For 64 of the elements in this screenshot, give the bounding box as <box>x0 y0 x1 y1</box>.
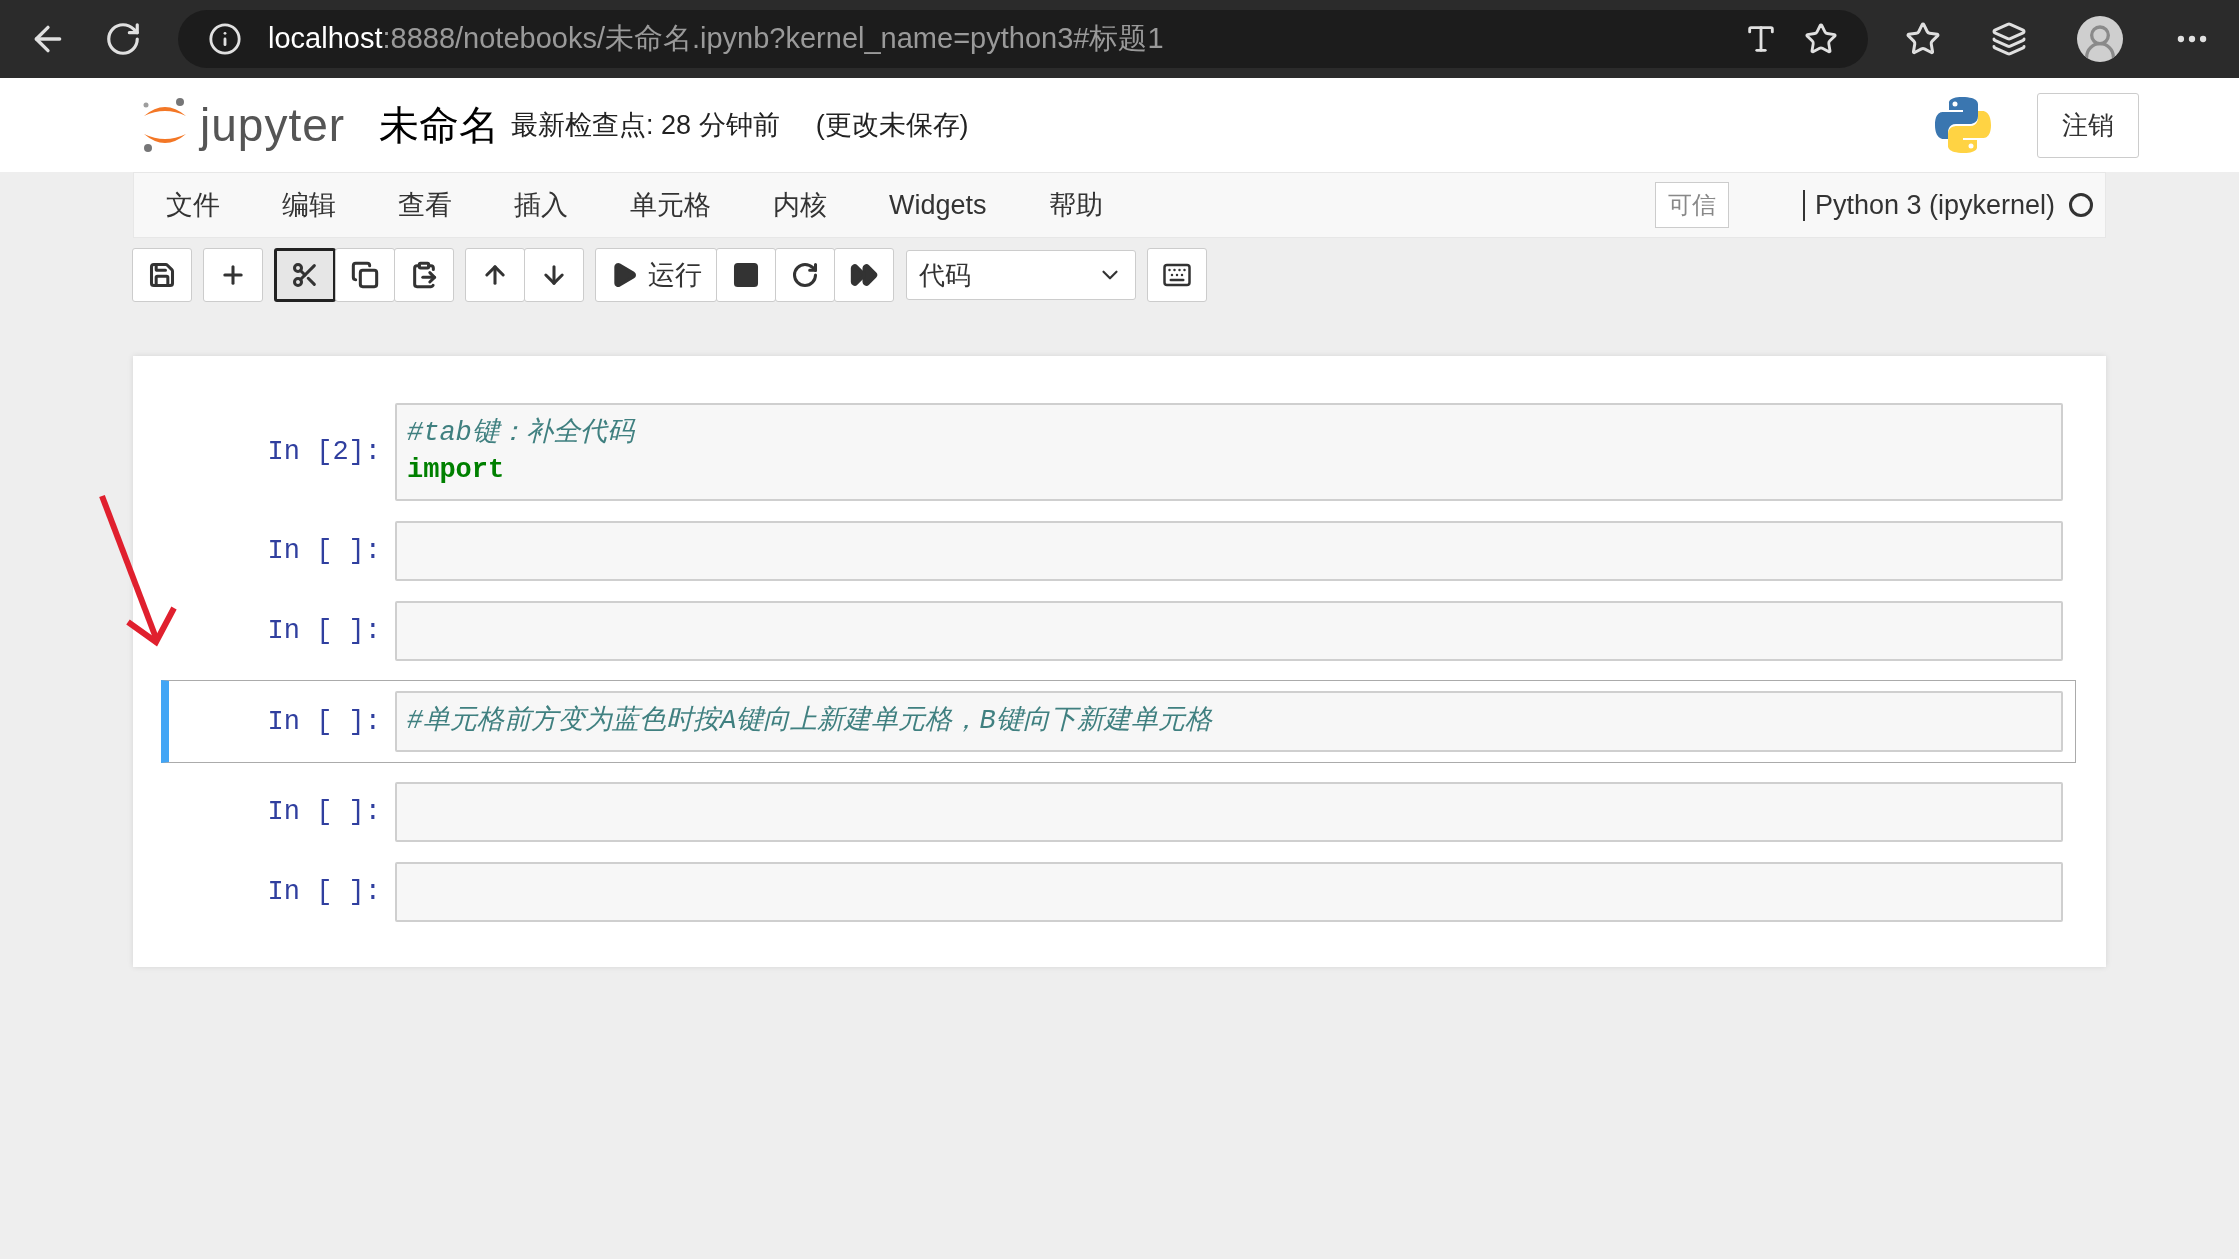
address-field[interactable]: localhost:8888/notebooks/未命名.ipynb?kernel_name=python3#标题1 <box>178 10 1868 68</box>
move-down-button[interactable] <box>524 248 584 302</box>
run-button[interactable]: 运行 <box>595 248 717 302</box>
code-line: import <box>407 454 506 487</box>
favorite-add-icon[interactable] <box>1804 22 1838 56</box>
menu-item[interactable]: 插入 <box>514 187 568 223</box>
copy-button[interactable] <box>335 248 395 302</box>
python-logo-icon <box>1933 95 1993 155</box>
restart-icon <box>791 261 819 289</box>
menu-item[interactable]: 编辑 <box>282 187 336 223</box>
scissors-icon <box>291 261 319 289</box>
notebook-name[interactable]: 未命名 <box>379 97 500 153</box>
code-cell[interactable]: In [ ]: <box>161 600 2076 662</box>
checkpoint-text: 最新检查点: 28 分钟前 <box>511 109 780 142</box>
cell-type-select[interactable]: 代码 <box>906 250 1136 300</box>
restart-button[interactable] <box>775 248 835 302</box>
copy-icon <box>351 261 379 289</box>
fast-forward-icon <box>850 261 878 289</box>
cell-prompt: In [ ]: <box>266 706 382 737</box>
autosave-status: (更改未保存) <box>815 109 969 142</box>
menu-item[interactable]: 内核 <box>773 187 827 223</box>
cut-button[interactable] <box>274 248 336 302</box>
run-all-button[interactable] <box>834 248 894 302</box>
stop-icon <box>732 261 760 289</box>
kernel-name: Python 3 (ipykernel) <box>1802 189 2055 221</box>
code-cell[interactable]: In [ ]: <box>161 781 2076 843</box>
menu-item[interactable]: 帮助 <box>1048 187 1103 223</box>
cell-prompt: In [ ]: <box>266 797 382 827</box>
logo-text: jupyter <box>200 98 346 152</box>
cell-prompt: In [2]: <box>266 437 382 467</box>
collections-icon[interactable] <box>1991 21 2027 57</box>
paste-icon <box>410 261 438 289</box>
menu-item[interactable]: Widgets <box>889 189 987 221</box>
interrupt-button[interactable] <box>716 248 776 302</box>
menu-item[interactable]: 查看 <box>398 187 452 223</box>
move-up-button[interactable] <box>465 248 525 302</box>
paste-button[interactable] <box>394 248 454 302</box>
cell-prompt: In [ ]: <box>266 616 382 646</box>
code-input[interactable] <box>395 782 2063 842</box>
profile-avatar[interactable] <box>2077 16 2123 62</box>
insert-cell-button[interactable] <box>203 248 263 302</box>
menu-item[interactable]: 单元格 <box>630 187 711 223</box>
code-comment: #单元格前方变为蓝色时按A键向上新建单元格，B键向下新建单元格 <box>407 704 1214 738</box>
code-input[interactable] <box>395 601 2063 661</box>
save-icon <box>148 261 176 289</box>
logout-button[interactable]: 注销 <box>2037 92 2139 158</box>
keyboard-shortcuts-button[interactable] <box>1147 248 1207 302</box>
cell-prompt: In [ ]: <box>266 877 382 907</box>
cell-prompt: In [ ]: <box>266 536 382 566</box>
code-cell[interactable]: In [ ]: <box>161 520 2076 582</box>
code-cell[interactable]: In [ ]: #单元格前方变为蓝色时按A键向上新建单元格，B键向下新建单元格 <box>161 680 2076 763</box>
code-input[interactable] <box>395 862 2063 922</box>
save-button[interactable] <box>132 248 192 302</box>
menu-item[interactable]: 文件 <box>166 187 220 223</box>
url-text: localhost:8888/notebooks/未命名.ipynb?kernel_name=python3#标题1 <box>268 21 1165 56</box>
code-input[interactable]: #单元格前方变为蓝色时按A键向上新建单元格，B键向下新建单元格 <box>395 691 2063 752</box>
code-input[interactable] <box>395 521 2063 581</box>
code-cell[interactable]: In [ ]: <box>161 861 2076 923</box>
info-icon[interactable] <box>208 22 242 56</box>
trusted-badge[interactable]: 可信 <box>1654 182 1729 228</box>
favorites-icon[interactable] <box>1905 21 1941 57</box>
code-input[interactable]: #tab键：补全代码 import <box>395 403 2063 501</box>
code-comment: #tab键：补全代码 <box>407 416 637 450</box>
reload-icon[interactable] <box>104 20 142 58</box>
